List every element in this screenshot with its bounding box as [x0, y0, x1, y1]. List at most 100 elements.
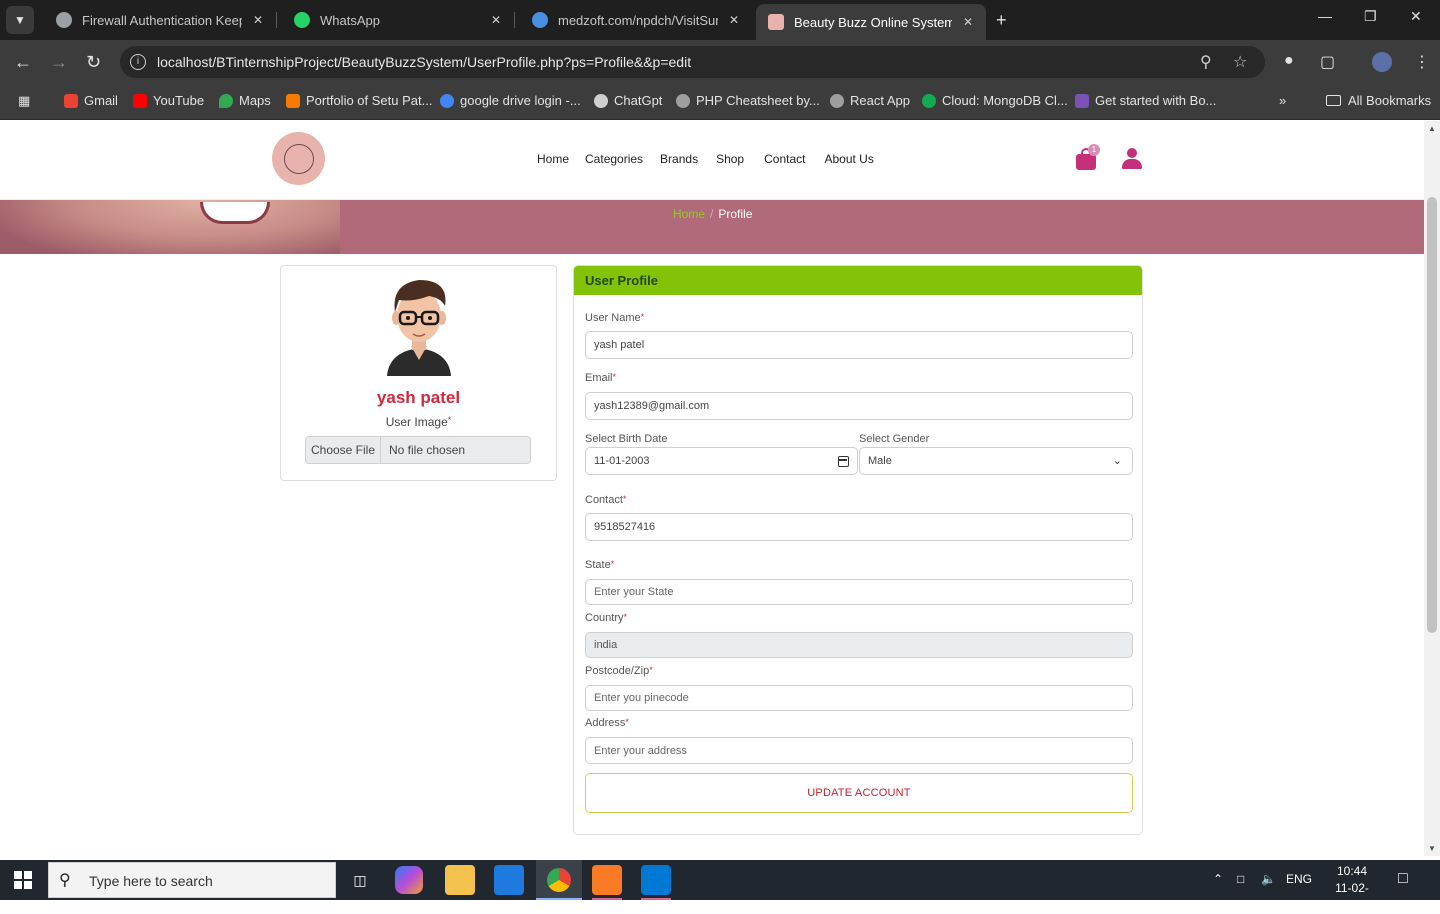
close-icon[interactable]: ✕	[726, 13, 742, 27]
new-tab-button[interactable]: +	[996, 10, 1007, 31]
contact-label: Contact*	[585, 494, 627, 506]
bookmark-label: google drive login -...	[460, 93, 581, 108]
tab-title: WhatsApp	[320, 12, 380, 28]
apps-grid-icon[interactable]: ▦	[18, 93, 30, 109]
vscode-app[interactable]	[641, 865, 671, 900]
taskbar-search-box[interactable]: ⚲ Type here to search	[48, 862, 336, 898]
scroll-down-icon[interactable]: ▼	[1428, 844, 1436, 853]
language-indicator[interactable]: ENG	[1286, 872, 1312, 886]
bookmark-label: Cloud: MongoDB Cl...	[942, 93, 1068, 108]
bookmark-php-cheatsheet[interactable]: PHP Cheatsheet by...	[676, 93, 820, 108]
bookmark-chatgpt[interactable]: ChatGpt	[594, 93, 662, 108]
email-label: Email*	[585, 372, 617, 384]
copilot-app[interactable]	[395, 866, 423, 894]
nav-home[interactable]: Home	[537, 152, 569, 166]
choose-file-button[interactable]: Choose File	[306, 437, 381, 463]
show-hidden-icons[interactable]: ⌃	[1213, 872, 1223, 886]
reload-button[interactable]: ↻	[86, 52, 101, 73]
address-bar[interactable]: i localhost/BTinternshipProject/BeautyBu…	[120, 46, 1265, 78]
tab-title: Firewall Authentication Keepalive	[82, 12, 242, 28]
all-bookmarks-label: All Bookmarks	[1348, 93, 1432, 108]
breadcrumb-home[interactable]: Home	[673, 207, 705, 221]
state-input[interactable]: Enter your State	[585, 579, 1133, 605]
bookmark-maps[interactable]: Maps	[219, 93, 271, 108]
close-window-button[interactable]: ✕	[1410, 8, 1422, 25]
bookmark-gmail[interactable]: Gmail	[64, 93, 118, 108]
gender-select[interactable]: Male ⌄	[859, 447, 1133, 475]
notification-center-icon[interactable]: □	[1398, 870, 1408, 888]
restore-button[interactable]: ❐	[1364, 8, 1377, 25]
chevron-down-icon: ▼	[14, 13, 26, 27]
bookmark-react-app[interactable]: React App	[830, 93, 910, 108]
chrome-icon	[547, 868, 571, 892]
site-favicon-icon	[768, 14, 784, 30]
tab-firewall[interactable]: Firewall Authentication Keepalive ✕	[44, 4, 276, 36]
star-icon[interactable]: ☆	[1233, 52, 1247, 72]
user-image-file-input[interactable]: Choose File No file chosen	[305, 436, 531, 464]
back-button[interactable]: ←	[14, 52, 32, 73]
puzzle-icon[interactable]: ▢	[1320, 52, 1335, 72]
beauty-buzz-logo[interactable]	[272, 132, 325, 185]
bookmark-label: PHP Cheatsheet by...	[696, 93, 820, 108]
bookmark-bootstrap[interactable]: Get started with Bo...	[1075, 93, 1216, 108]
close-icon[interactable]: ✕	[250, 13, 266, 27]
username-input[interactable]: yash patel	[585, 331, 1133, 359]
url-text[interactable]: localhost/BTinternshipProject/BeautyBuzz…	[157, 54, 691, 70]
youtube-icon	[133, 93, 147, 108]
bookmark-label: React App	[850, 93, 910, 108]
site-header: Home Categories Brands Shop Contact Abou…	[0, 121, 1424, 200]
user-account-button[interactable]	[1122, 148, 1142, 170]
contact-input[interactable]: 9518527416	[585, 513, 1133, 541]
all-bookmarks[interactable]: All Bookmarks	[1326, 93, 1431, 108]
chrome-app[interactable]	[536, 860, 582, 900]
nav-categories[interactable]: Categories	[585, 152, 643, 166]
tab-beauty-buzz[interactable]: Beauty Buzz Online System - User Profile…	[756, 4, 986, 40]
network-icon[interactable]: □	[1237, 872, 1244, 886]
plus-icon: +	[996, 10, 1007, 30]
nav-contact[interactable]: Contact	[764, 152, 805, 166]
nav-brands[interactable]: Brands	[660, 152, 698, 166]
zoom-icon[interactable]: ⚲	[1200, 52, 1212, 72]
tab-search-button[interactable]: ▼	[6, 6, 34, 34]
minimize-button[interactable]: —	[1318, 8, 1332, 24]
bookmark-portfolio[interactable]: Portfolio of Setu Pat...	[286, 93, 432, 108]
nav-about-us[interactable]: About Us	[824, 152, 873, 166]
banner-image	[0, 200, 340, 254]
windows-start-button[interactable]	[14, 871, 32, 889]
tab-whatsapp[interactable]: WhatsApp ✕	[282, 4, 514, 36]
page-scrollbar[interactable]: ▲ ▼	[1424, 121, 1440, 856]
calendar-icon[interactable]	[838, 456, 849, 467]
forward-button[interactable]: →	[50, 52, 68, 73]
taskbar-clock[interactable]: 10:44 11-02-2025	[1322, 863, 1382, 914]
close-icon[interactable]: ✕	[488, 13, 504, 27]
info-icon[interactable]: i	[130, 54, 146, 70]
bookmark-youtube[interactable]: YouTube	[133, 93, 204, 108]
volume-icon[interactable]: 🔈	[1261, 872, 1276, 886]
bookmark-label: Maps	[239, 93, 271, 108]
profile-avatar-icon[interactable]	[1372, 52, 1392, 72]
file-explorer-app[interactable]	[445, 865, 475, 895]
minimize-icon: —	[1318, 8, 1332, 24]
close-icon[interactable]: ✕	[960, 15, 976, 29]
profile-name: yash patel	[376, 388, 461, 407]
task-view-button[interactable]: ◫	[345, 865, 375, 895]
user-image-label: User Image*	[385, 415, 452, 429]
postcode-input[interactable]: Enter you pinecode	[585, 685, 1133, 711]
bookmark-mongodb[interactable]: Cloud: MongoDB Cl...	[922, 93, 1068, 108]
search-icon: ⚲	[59, 872, 71, 889]
email-input[interactable]: yash12389@gmail.com	[585, 392, 1133, 420]
birth-date-input[interactable]: 11-01-2003	[585, 447, 858, 475]
address-input[interactable]: Enter your address	[585, 737, 1133, 764]
scroll-up-icon[interactable]: ▲	[1428, 124, 1436, 133]
scroll-thumb[interactable]	[1427, 197, 1437, 633]
more-bookmarks-icon[interactable]: »	[1279, 93, 1286, 108]
microsoft-store-app[interactable]	[494, 865, 524, 895]
nav-shop[interactable]: Shop	[716, 152, 744, 166]
bookmark-google-drive[interactable]: google drive login -...	[440, 93, 581, 108]
tab-medzoft[interactable]: medzoft.com/npdch/VisitSummary ✕	[520, 4, 752, 36]
kebab-menu-icon[interactable]: ⋮	[1414, 52, 1430, 72]
cart-button[interactable]: 1	[1076, 144, 1100, 170]
xampp-app[interactable]	[592, 865, 622, 900]
update-account-button[interactable]: UPDATE ACCOUNT	[585, 773, 1133, 813]
extension-circle-icon[interactable]: ●	[1284, 52, 1294, 70]
